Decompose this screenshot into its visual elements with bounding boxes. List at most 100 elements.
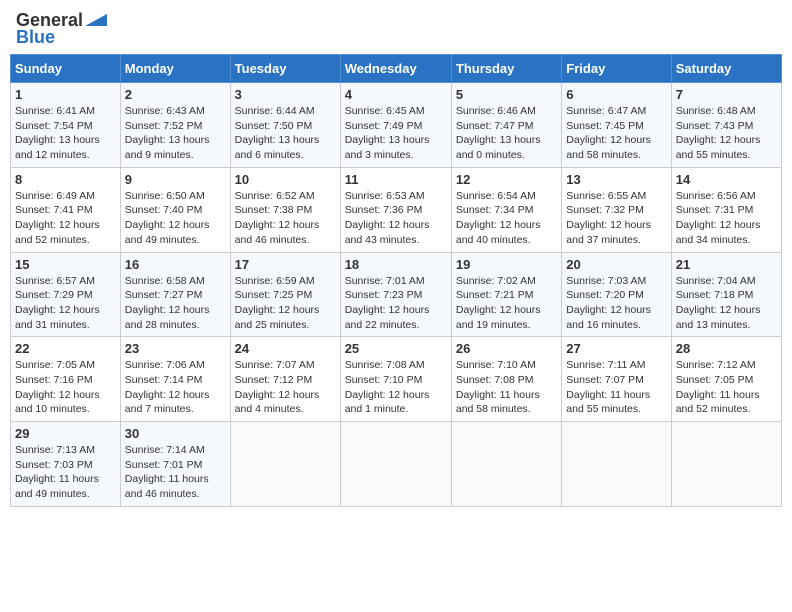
day-number: 28 [676, 341, 777, 356]
calendar-cell: 9 Sunrise: 6:50 AM Sunset: 7:40 PM Dayli… [120, 167, 230, 252]
calendar-cell: 22 Sunrise: 7:05 AM Sunset: 7:16 PM Dayl… [11, 337, 121, 422]
calendar-cell [562, 422, 671, 507]
day-number: 18 [345, 257, 447, 272]
day-info: Sunrise: 7:07 AM Sunset: 7:12 PM Dayligh… [235, 358, 336, 417]
calendar-header-row: SundayMondayTuesdayWednesdayThursdayFrid… [11, 55, 782, 83]
calendar-cell: 5 Sunrise: 6:46 AM Sunset: 7:47 PM Dayli… [451, 83, 561, 168]
calendar-cell: 3 Sunrise: 6:44 AM Sunset: 7:50 PM Dayli… [230, 83, 340, 168]
logo: General Blue [16, 10, 107, 48]
calendar-week-2: 8 Sunrise: 6:49 AM Sunset: 7:41 PM Dayli… [11, 167, 782, 252]
calendar-cell: 16 Sunrise: 6:58 AM Sunset: 7:27 PM Dayl… [120, 252, 230, 337]
day-number: 12 [456, 172, 557, 187]
day-number: 26 [456, 341, 557, 356]
day-number: 15 [15, 257, 116, 272]
day-info: Sunrise: 7:14 AM Sunset: 7:01 PM Dayligh… [125, 443, 226, 502]
calendar-cell: 10 Sunrise: 6:52 AM Sunset: 7:38 PM Dayl… [230, 167, 340, 252]
day-info: Sunrise: 7:01 AM Sunset: 7:23 PM Dayligh… [345, 274, 447, 333]
day-number: 13 [566, 172, 666, 187]
day-info: Sunrise: 7:02 AM Sunset: 7:21 PM Dayligh… [456, 274, 557, 333]
calendar-week-4: 22 Sunrise: 7:05 AM Sunset: 7:16 PM Dayl… [11, 337, 782, 422]
day-info: Sunrise: 6:53 AM Sunset: 7:36 PM Dayligh… [345, 189, 447, 248]
day-info: Sunrise: 6:43 AM Sunset: 7:52 PM Dayligh… [125, 104, 226, 163]
day-info: Sunrise: 7:11 AM Sunset: 7:07 PM Dayligh… [566, 358, 666, 417]
calendar-cell: 15 Sunrise: 6:57 AM Sunset: 7:29 PM Dayl… [11, 252, 121, 337]
calendar-cell [451, 422, 561, 507]
calendar-cell: 2 Sunrise: 6:43 AM Sunset: 7:52 PM Dayli… [120, 83, 230, 168]
day-number: 8 [15, 172, 116, 187]
day-info: Sunrise: 7:10 AM Sunset: 7:08 PM Dayligh… [456, 358, 557, 417]
calendar-cell: 11 Sunrise: 6:53 AM Sunset: 7:36 PM Dayl… [340, 167, 451, 252]
day-number: 24 [235, 341, 336, 356]
calendar-cell: 17 Sunrise: 6:59 AM Sunset: 7:25 PM Dayl… [230, 252, 340, 337]
day-number: 21 [676, 257, 777, 272]
day-header-sunday: Sunday [11, 55, 121, 83]
day-info: Sunrise: 6:49 AM Sunset: 7:41 PM Dayligh… [15, 189, 116, 248]
day-info: Sunrise: 6:52 AM Sunset: 7:38 PM Dayligh… [235, 189, 336, 248]
day-header-saturday: Saturday [671, 55, 781, 83]
day-number: 16 [125, 257, 226, 272]
day-info: Sunrise: 6:48 AM Sunset: 7:43 PM Dayligh… [676, 104, 777, 163]
day-info: Sunrise: 7:13 AM Sunset: 7:03 PM Dayligh… [15, 443, 116, 502]
day-number: 7 [676, 87, 777, 102]
day-number: 2 [125, 87, 226, 102]
day-info: Sunrise: 6:55 AM Sunset: 7:32 PM Dayligh… [566, 189, 666, 248]
logo-blue: Blue [16, 27, 55, 48]
day-number: 14 [676, 172, 777, 187]
day-info: Sunrise: 7:08 AM Sunset: 7:10 PM Dayligh… [345, 358, 447, 417]
calendar-cell: 1 Sunrise: 6:41 AM Sunset: 7:54 PM Dayli… [11, 83, 121, 168]
calendar-cell: 23 Sunrise: 7:06 AM Sunset: 7:14 PM Dayl… [120, 337, 230, 422]
calendar-cell [340, 422, 451, 507]
logo-icon [85, 10, 107, 26]
calendar-cell: 18 Sunrise: 7:01 AM Sunset: 7:23 PM Dayl… [340, 252, 451, 337]
calendar-week-5: 29 Sunrise: 7:13 AM Sunset: 7:03 PM Dayl… [11, 422, 782, 507]
calendar-cell: 27 Sunrise: 7:11 AM Sunset: 7:07 PM Dayl… [562, 337, 671, 422]
day-header-thursday: Thursday [451, 55, 561, 83]
calendar-cell: 12 Sunrise: 6:54 AM Sunset: 7:34 PM Dayl… [451, 167, 561, 252]
day-number: 20 [566, 257, 666, 272]
day-number: 11 [345, 172, 447, 187]
calendar-cell: 21 Sunrise: 7:04 AM Sunset: 7:18 PM Dayl… [671, 252, 781, 337]
calendar-cell: 19 Sunrise: 7:02 AM Sunset: 7:21 PM Dayl… [451, 252, 561, 337]
calendar-cell [671, 422, 781, 507]
day-info: Sunrise: 7:04 AM Sunset: 7:18 PM Dayligh… [676, 274, 777, 333]
day-number: 5 [456, 87, 557, 102]
calendar-cell: 6 Sunrise: 6:47 AM Sunset: 7:45 PM Dayli… [562, 83, 671, 168]
day-info: Sunrise: 6:41 AM Sunset: 7:54 PM Dayligh… [15, 104, 116, 163]
calendar-cell: 24 Sunrise: 7:07 AM Sunset: 7:12 PM Dayl… [230, 337, 340, 422]
day-number: 29 [15, 426, 116, 441]
calendar-week-1: 1 Sunrise: 6:41 AM Sunset: 7:54 PM Dayli… [11, 83, 782, 168]
day-header-friday: Friday [562, 55, 671, 83]
day-number: 19 [456, 257, 557, 272]
day-info: Sunrise: 6:50 AM Sunset: 7:40 PM Dayligh… [125, 189, 226, 248]
day-info: Sunrise: 6:47 AM Sunset: 7:45 PM Dayligh… [566, 104, 666, 163]
day-info: Sunrise: 6:45 AM Sunset: 7:49 PM Dayligh… [345, 104, 447, 163]
day-number: 10 [235, 172, 336, 187]
day-info: Sunrise: 7:05 AM Sunset: 7:16 PM Dayligh… [15, 358, 116, 417]
day-number: 6 [566, 87, 666, 102]
calendar-table: SundayMondayTuesdayWednesdayThursdayFrid… [10, 54, 782, 507]
day-number: 4 [345, 87, 447, 102]
calendar-cell: 29 Sunrise: 7:13 AM Sunset: 7:03 PM Dayl… [11, 422, 121, 507]
calendar-cell [230, 422, 340, 507]
day-header-tuesday: Tuesday [230, 55, 340, 83]
day-info: Sunrise: 6:59 AM Sunset: 7:25 PM Dayligh… [235, 274, 336, 333]
day-number: 1 [15, 87, 116, 102]
page-header: General Blue [10, 10, 782, 48]
calendar-cell: 20 Sunrise: 7:03 AM Sunset: 7:20 PM Dayl… [562, 252, 671, 337]
day-number: 17 [235, 257, 336, 272]
day-info: Sunrise: 7:06 AM Sunset: 7:14 PM Dayligh… [125, 358, 226, 417]
calendar-cell: 7 Sunrise: 6:48 AM Sunset: 7:43 PM Dayli… [671, 83, 781, 168]
day-number: 22 [15, 341, 116, 356]
day-info: Sunrise: 6:44 AM Sunset: 7:50 PM Dayligh… [235, 104, 336, 163]
day-number: 25 [345, 341, 447, 356]
day-header-monday: Monday [120, 55, 230, 83]
day-number: 30 [125, 426, 226, 441]
day-info: Sunrise: 6:56 AM Sunset: 7:31 PM Dayligh… [676, 189, 777, 248]
day-number: 3 [235, 87, 336, 102]
calendar-cell: 8 Sunrise: 6:49 AM Sunset: 7:41 PM Dayli… [11, 167, 121, 252]
day-info: Sunrise: 6:54 AM Sunset: 7:34 PM Dayligh… [456, 189, 557, 248]
day-number: 9 [125, 172, 226, 187]
calendar-cell: 25 Sunrise: 7:08 AM Sunset: 7:10 PM Dayl… [340, 337, 451, 422]
calendar-body: 1 Sunrise: 6:41 AM Sunset: 7:54 PM Dayli… [11, 83, 782, 507]
day-info: Sunrise: 7:12 AM Sunset: 7:05 PM Dayligh… [676, 358, 777, 417]
